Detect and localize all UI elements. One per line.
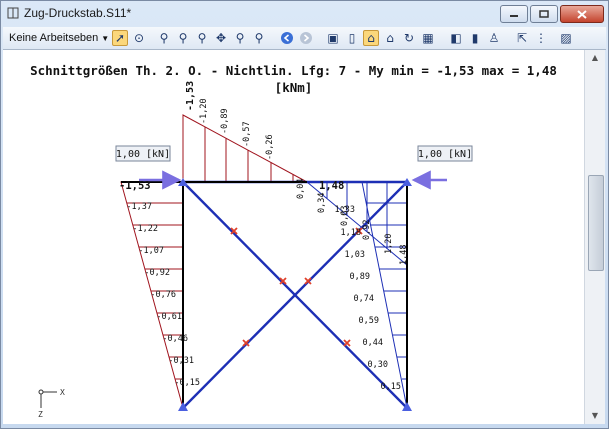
grid-icon[interactable]: ▦ [420,30,436,46]
top-label: 0,92 [362,220,372,240]
select-arrow-icon[interactable]: ➚ [112,30,128,46]
chevron-down-icon: ▼ [101,33,110,43]
axis-z-label: Z [38,410,43,419]
right-label: 0,74 [354,294,374,304]
lasso-select-icon[interactable]: ⊙ [131,30,147,46]
workplane-dropdown[interactable]: Keine Arbeitseben ▼ [9,30,109,46]
picture-icon[interactable]: ▨ [558,30,574,46]
top-label: 0,04 [296,179,306,199]
zoom-all-icon[interactable]: ⚲ [232,30,248,46]
right-label: 1,03 [345,250,365,260]
right-label: 0,30 [368,360,388,370]
view-home-icon[interactable]: ⌂ [363,30,379,46]
render-icon[interactable]: ◧ [448,30,464,46]
right-max-label: 1,48 [319,180,344,192]
bulb-icon[interactable]: ♙ [486,30,502,46]
close-icon [577,9,587,19]
scroll-thumb[interactable] [588,175,604,271]
top-label: 1,20 [384,234,394,254]
top-label: -0,89 [220,108,230,134]
structure-diagram: 1,00 [kN] 1,00 [kN] -1,53 1,48 -1,53 -1,… [38,81,473,419]
load-label-left: 1,00 [kN] [116,149,170,160]
top-label: -0,26 [265,134,275,160]
right-label: 1,33 [335,205,355,215]
scroll-up-icon[interactable]: ▲ [588,52,602,64]
zoom-out-icon[interactable]: ⚲ [194,30,210,46]
zoom-previous-icon[interactable]: ⚲ [251,30,267,46]
title-bar: Zug-Druckstab.S11* [1,1,608,27]
workplane-label: Keine Arbeitseben [9,32,99,44]
top-label: 1,48 [399,245,409,265]
view-iso-icon[interactable]: ▣ [325,30,341,46]
view-front-icon[interactable]: ▯ [344,30,360,46]
maximize-button[interactable] [530,5,558,23]
minimize-icon [510,15,518,17]
back-icon[interactable] [279,30,295,46]
app-icon [7,7,19,19]
top-label: -1,20 [199,98,209,124]
minimize-button[interactable] [500,5,528,23]
right-label: 0,59 [359,316,379,326]
axis-triad-icon: X Z [38,388,65,419]
load-label-right: 1,00 [kN] [418,149,472,160]
zoom-in-icon[interactable]: ⚲ [175,30,191,46]
rotate-icon[interactable]: ↻ [401,30,417,46]
pan-icon[interactable]: ✥ [213,30,229,46]
top-label: -0,57 [242,121,252,147]
pointer-coord-icon[interactable]: ⇱ [514,30,530,46]
scroll-down-icon[interactable]: ▼ [588,410,602,422]
top-label: 0,34 [317,193,327,213]
view-toolbar: Keine Arbeitseben ▼ ➚ ⊙ ⚲ ⚲ ⚲ ✥ ⚲ ⚲ ▣ ▯ … [3,27,606,50]
top-label: -1,53 [185,81,196,111]
right-label: 0,44 [363,338,383,348]
vertical-scrollbar[interactable]: ▲ ▼ [584,50,605,424]
left-label: -1,22 [132,224,158,234]
close-button[interactable] [560,5,604,23]
left-value-labels: -1,37 -1,22 -1,07 -0,92 -0,76 -0,61 -0,4… [126,202,200,388]
render-solid-icon[interactable]: ▮ [467,30,483,46]
maximize-icon [539,10,549,18]
forward-icon[interactable] [298,30,314,46]
left-label: -0,46 [162,334,188,344]
window-title: Zug-Druckstab.S11* [24,6,132,20]
left-label: -0,61 [156,312,182,322]
left-label: -0,31 [168,356,194,366]
top-right-hatch [326,182,388,249]
left-min-label: -1,53 [119,180,151,192]
view-camera-icon[interactable]: ⌂ [382,30,398,46]
numbering-icon[interactable]: ⋮ [533,30,549,46]
left-label: -0,76 [150,290,176,300]
left-label: -0,92 [144,268,170,278]
axis-x-label: X [60,388,65,397]
left-label: -1,07 [138,246,164,256]
app-window: Zug-Druckstab.S11* Keine Arbeitseben ▼ ➚… [0,0,609,429]
right-label: 0,15 [381,382,401,392]
graphics-canvas[interactable]: Schnittgrößen Th. 2. O. - Nichtlin. Lfg:… [3,50,584,424]
zoom-window-icon[interactable]: ⚲ [156,30,172,46]
right-label: 1,18 [341,228,361,238]
right-label: 0,89 [350,272,370,282]
left-label: -0,15 [174,378,200,388]
top-value-labels: -1,53 -1,20 -0,89 -0,57 -0,26 0,04 0,34 … [185,81,409,265]
left-label: -1,37 [126,202,152,212]
